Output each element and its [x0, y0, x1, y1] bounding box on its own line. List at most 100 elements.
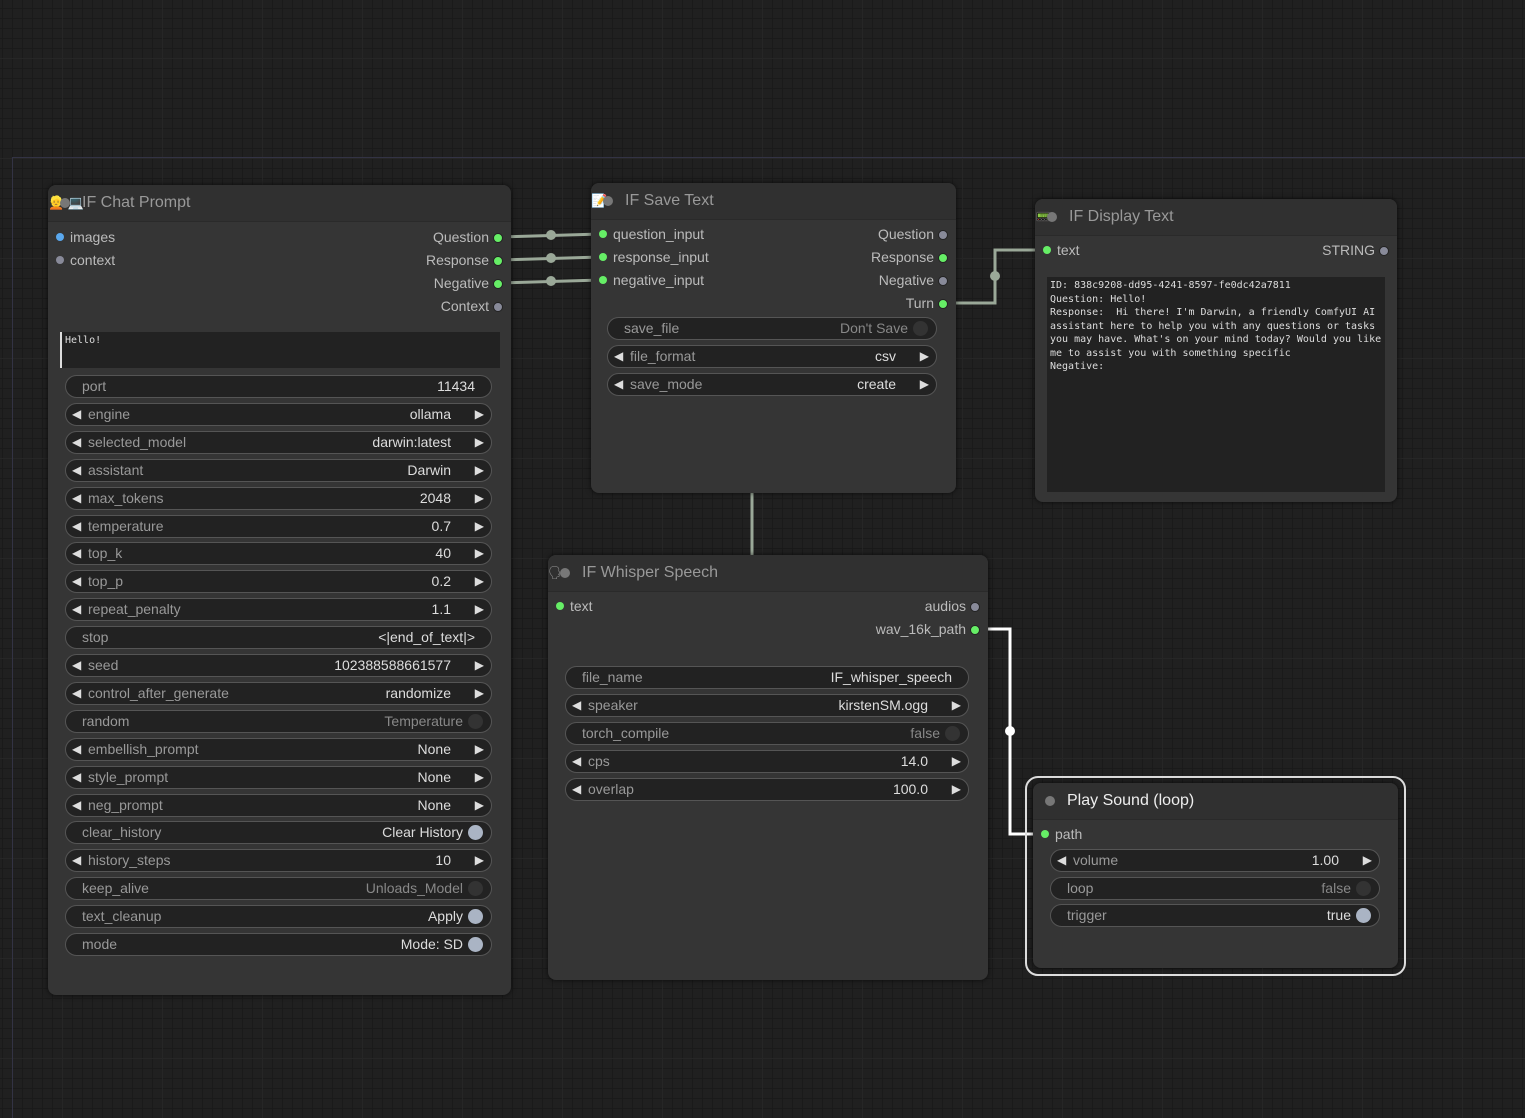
widget-volume[interactable]: ◀ volume 1.00 ▶ [1050, 849, 1380, 872]
input-connector-icon[interactable] [556, 602, 564, 610]
increment-arrow-icon[interactable]: ▶ [920, 374, 929, 395]
widget-top-p[interactable]: ◀ top_p 0.2 ▶ [65, 570, 492, 593]
widget-assistant[interactable]: ◀ assistant Darwin ▶ [65, 459, 492, 482]
node-if-save-text[interactable]: IF Save Text 📝 question_input response_inp… [591, 183, 956, 493]
output-slot-question[interactable]: Question [878, 224, 948, 244]
output-connector-icon[interactable] [938, 276, 948, 286]
widget-temperature[interactable]: ◀ temperature 0.7 ▶ [65, 515, 492, 538]
increment-arrow-icon[interactable]: ▶ [475, 432, 484, 453]
toggle-knob-icon[interactable] [1356, 908, 1371, 923]
node-if-whisper-speech[interactable]: IF Whisper Speech 🗣 text audios wav_16k_pat… [548, 555, 988, 980]
collapse-dot-icon[interactable] [603, 196, 613, 206]
collapse-dot-icon[interactable] [1045, 796, 1055, 806]
node-if-chat-prompt[interactable]: IF Chat Prompt 👱 💻 images context Question R… [48, 185, 511, 995]
output-connector-icon[interactable] [493, 256, 503, 266]
widget-overlap[interactable]: ◀ overlap 100.0 ▶ [565, 778, 969, 801]
input-slot-negative_input[interactable]: negative_input [599, 270, 704, 290]
widget-max-tokens[interactable]: ◀ max_tokens 2048 ▶ [65, 487, 492, 510]
decrement-arrow-icon[interactable]: ◀ [72, 432, 81, 453]
decrement-arrow-icon[interactable]: ◀ [72, 571, 81, 592]
decrement-arrow-icon[interactable]: ◀ [72, 543, 81, 564]
widget-stop[interactable]: stop <|end_of_text|> [65, 626, 492, 649]
increment-arrow-icon[interactable]: ▶ [1363, 850, 1372, 871]
input-slot-text[interactable]: text [1043, 240, 1080, 260]
input-slot-question_input[interactable]: question_input [599, 224, 704, 244]
widget-style-prompt[interactable]: ◀ style_prompt None ▶ [65, 766, 492, 789]
widget-control-after-generate[interactable]: ◀ control_after_generate randomize ▶ [65, 682, 492, 705]
output-connector-icon[interactable] [493, 233, 503, 243]
collapse-dot-icon[interactable] [560, 568, 570, 578]
increment-arrow-icon[interactable]: ▶ [475, 516, 484, 537]
node-if-display-text[interactable]: IF Display Text 📟 text STRING ID: 838c9208-… [1035, 199, 1397, 502]
node-title-bar[interactable]: IF Chat Prompt 👱 💻 [48, 185, 511, 222]
increment-arrow-icon[interactable]: ▶ [475, 460, 484, 481]
toggle-knob-icon[interactable] [468, 881, 483, 896]
increment-arrow-icon[interactable]: ▶ [475, 767, 484, 788]
increment-arrow-icon[interactable]: ▶ [475, 599, 484, 620]
input-slot-response_input[interactable]: response_input [599, 247, 709, 267]
output-connector-icon[interactable] [938, 299, 948, 309]
input-slot-images[interactable]: images [56, 227, 115, 247]
decrement-arrow-icon[interactable]: ◀ [572, 779, 581, 800]
input-connector-icon[interactable] [599, 230, 607, 238]
decrement-arrow-icon[interactable]: ◀ [72, 599, 81, 620]
increment-arrow-icon[interactable]: ▶ [920, 346, 929, 367]
widget-selected-model[interactable]: ◀ selected_model darwin:latest ▶ [65, 431, 492, 454]
decrement-arrow-icon[interactable]: ◀ [72, 460, 81, 481]
input-slot-context[interactable]: context [56, 250, 115, 270]
decrement-arrow-icon[interactable]: ◀ [614, 346, 623, 367]
collapse-dot-icon[interactable] [1047, 212, 1057, 222]
input-connector-icon[interactable] [1041, 830, 1049, 838]
increment-arrow-icon[interactable]: ▶ [475, 571, 484, 592]
prompt-textarea[interactable]: Hello! [60, 332, 500, 368]
decrement-arrow-icon[interactable]: ◀ [614, 374, 623, 395]
increment-arrow-icon[interactable]: ▶ [475, 739, 484, 760]
output-connector-icon[interactable] [970, 625, 980, 635]
decrement-arrow-icon[interactable]: ◀ [72, 655, 81, 676]
widget-file-name[interactable]: file_name IF_whisper_speech [565, 666, 969, 689]
widget-text-cleanup[interactable]: text_cleanup Apply [65, 905, 492, 928]
node-title-bar[interactable]: Play Sound (loop) [1033, 783, 1398, 820]
toggle-knob-icon[interactable] [945, 726, 960, 741]
widget-cps[interactable]: ◀ cps 14.0 ▶ [565, 750, 969, 773]
output-slot-response[interactable]: Response [871, 247, 948, 267]
decrement-arrow-icon[interactable]: ◀ [72, 683, 81, 704]
widget-file-format[interactable]: ◀ file_format csv ▶ [607, 345, 937, 368]
output-slot-response[interactable]: Response [426, 250, 503, 270]
increment-arrow-icon[interactable]: ▶ [475, 795, 484, 816]
widget-clear-history[interactable]: clear_history Clear History [65, 821, 492, 844]
node-title-bar[interactable]: IF Display Text 📟 [1035, 199, 1397, 236]
widget-trigger[interactable]: trigger true [1050, 904, 1380, 927]
widget-port[interactable]: port 11434 [65, 375, 492, 398]
toggle-knob-icon[interactable] [468, 714, 483, 729]
widget-neg-prompt[interactable]: ◀ neg_prompt None ▶ [65, 794, 492, 817]
decrement-arrow-icon[interactable]: ◀ [72, 795, 81, 816]
input-connector-icon[interactable] [599, 253, 607, 261]
decrement-arrow-icon[interactable]: ◀ [572, 751, 581, 772]
widget-save-file[interactable]: save_file Don't Save [607, 317, 937, 340]
increment-arrow-icon[interactable]: ▶ [952, 751, 961, 772]
toggle-knob-icon[interactable] [913, 321, 928, 336]
widget-mode[interactable]: mode Mode: SD [65, 933, 492, 956]
toggle-knob-icon[interactable] [1356, 881, 1371, 896]
decrement-arrow-icon[interactable]: ◀ [72, 488, 81, 509]
output-slot-negative[interactable]: Negative [434, 273, 503, 293]
output-connector-icon[interactable] [938, 230, 948, 240]
increment-arrow-icon[interactable]: ▶ [475, 404, 484, 425]
decrement-arrow-icon[interactable]: ◀ [72, 739, 81, 760]
display-textarea[interactable]: ID: 838c9208-dd95-4241-8597-fe0dc42a7811… [1047, 277, 1385, 492]
increment-arrow-icon[interactable]: ▶ [475, 488, 484, 509]
decrement-arrow-icon[interactable]: ◀ [1057, 850, 1066, 871]
increment-arrow-icon[interactable]: ▶ [475, 543, 484, 564]
node-play-sound-loop[interactable]: Play Sound (loop) path ◀ volume 1.00 ▶ loop fal… [1033, 783, 1398, 968]
increment-arrow-icon[interactable]: ▶ [475, 655, 484, 676]
output-connector-icon[interactable] [938, 253, 948, 263]
output-connector-icon[interactable] [1379, 246, 1389, 256]
increment-arrow-icon[interactable]: ▶ [952, 695, 961, 716]
widget-random[interactable]: random Temperature [65, 710, 492, 733]
input-slot-path[interactable]: path [1041, 824, 1082, 844]
widget-top-k[interactable]: ◀ top_k 40 ▶ [65, 542, 492, 565]
node-title-bar[interactable]: IF Save Text 📝 [591, 183, 956, 220]
increment-arrow-icon[interactable]: ▶ [475, 683, 484, 704]
widget-history-steps[interactable]: ◀ history_steps 10 ▶ [65, 849, 492, 872]
